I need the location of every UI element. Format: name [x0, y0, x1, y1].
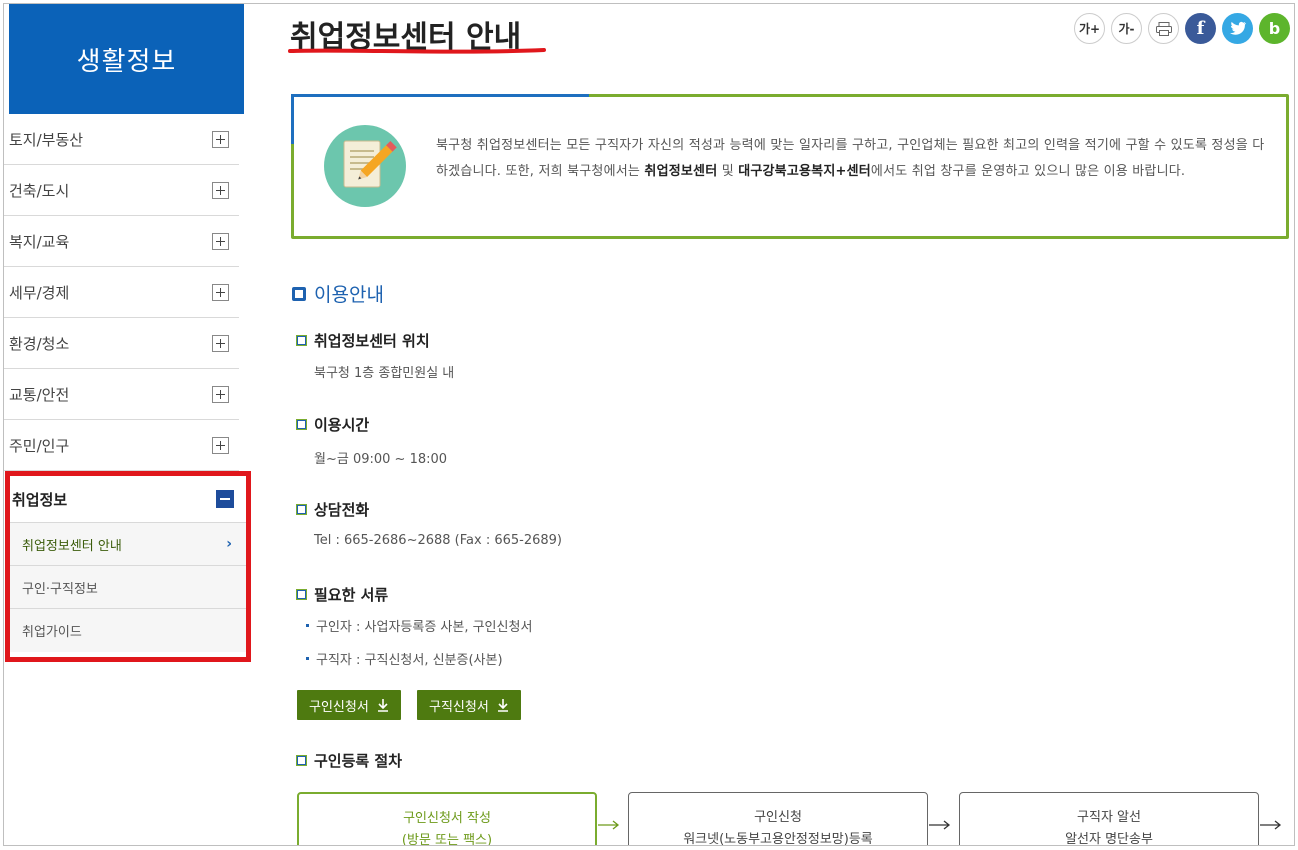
sidebar-item-traffic[interactable]: 교통/안전	[4, 369, 239, 420]
hours-text: 월~금 09:00 ~ 18:00	[314, 452, 448, 467]
plus-icon[interactable]	[212, 385, 229, 403]
sidebar-item-label: 세무/경제	[9, 283, 70, 302]
font-decrease-button[interactable]: 가-	[1111, 13, 1142, 44]
arrow-right-icon	[929, 820, 951, 830]
square-bullet-icon	[296, 335, 307, 346]
facebook-icon[interactable]: f	[1185, 13, 1216, 44]
square-bullet-icon	[296, 589, 307, 600]
font-increase-button[interactable]: 가+	[1074, 13, 1105, 44]
sidebar-item-label: 교통/안전	[9, 385, 70, 404]
sidebar-subitem-center-guide[interactable]: 취업정보센터 안내 ›	[10, 523, 246, 566]
page-frame: 생활정보 토지/부동산 건축/도시 복지/교육 세무/경제 환경/청소 교통/안…	[3, 3, 1295, 846]
title-underline	[288, 48, 546, 54]
square-bullet-icon	[296, 504, 307, 515]
sidebar-item-land[interactable]: 토지/부동산	[4, 114, 239, 165]
sidebar-title: 생활정보	[9, 4, 244, 114]
square-bullet-icon	[296, 755, 307, 766]
sidebar-group-employment: 취업정보 취업정보센터 안내 › 구인·구직정보 취업가이드	[5, 471, 251, 662]
sidebar-item-label: 환경/청소	[9, 334, 70, 353]
sidebar-item-residents[interactable]: 주민/인구	[4, 420, 239, 471]
plus-icon[interactable]	[212, 181, 229, 199]
documents-title: 필요한 서류	[296, 584, 388, 605]
employer-form-download-button[interactable]: 구인신청서	[297, 690, 401, 720]
seeker-form-download-button[interactable]: 구직신청서	[417, 690, 521, 720]
notepad-pencil-icon	[324, 125, 406, 207]
sidebar-item-building[interactable]: 건축/도시	[4, 165, 239, 216]
sidebar-menu: 토지/부동산 건축/도시 복지/교육 세무/경제 환경/청소 교통/안전 주민/…	[4, 114, 244, 471]
page-tools: 가+ 가- f b	[1074, 13, 1290, 44]
minus-icon[interactable]	[216, 490, 234, 508]
phone-title: 상담전화	[296, 499, 369, 520]
list-item: 구직자 : 구직신청서, 신분증(사본)	[306, 649, 503, 668]
intro-box: 북구청 취업정보센터는 모든 구직자가 자신의 적성과 능력에 맞는 일자리를 …	[291, 94, 1289, 239]
sidebar-item-employment[interactable]: 취업정보	[10, 476, 246, 523]
procedure-step: 구인신청 워크넷(노동부고용안정정보망)등록	[628, 792, 928, 845]
hours-title: 이용시간	[296, 414, 369, 435]
download-icon	[497, 699, 508, 712]
list-item: 구인자 : 사업자등록증 사본, 구인신청서	[306, 616, 532, 635]
sidebar-item-label: 토지/부동산	[9, 130, 84, 149]
blog-icon[interactable]: b	[1259, 13, 1290, 44]
square-bullet-icon	[292, 286, 306, 301]
twitter-icon[interactable]	[1222, 13, 1253, 44]
section-title: 이용안내	[292, 280, 384, 307]
procedure-title: 구인등록 절차	[296, 750, 402, 771]
plus-icon[interactable]	[212, 334, 229, 352]
sidebar-item-welfare[interactable]: 복지/교육	[4, 216, 239, 267]
location-title: 취업정보센터 위치	[296, 330, 430, 351]
intro-text: 북구청 취업정보센터는 모든 구직자가 자신의 적성과 능력에 맞는 일자리를 …	[436, 138, 1265, 179]
sidebar-subitem-job-guide[interactable]: 취업가이드	[10, 609, 246, 652]
plus-icon[interactable]	[212, 130, 229, 148]
square-bullet-icon	[296, 419, 307, 430]
sidebar-item-label: 취업정보	[12, 490, 68, 509]
procedure-step: 구직자 알선 알선자 명단송부	[959, 792, 1259, 845]
phone-text: Tel : 665-2686~2688 (Fax : 665-2689)	[314, 533, 563, 548]
sidebar-subitem-label: 구인·구직정보	[22, 581, 98, 597]
download-icon	[377, 699, 388, 712]
print-icon[interactable]	[1148, 13, 1179, 44]
plus-icon[interactable]	[212, 436, 229, 454]
plus-icon[interactable]	[212, 232, 229, 250]
arrow-right-icon	[1260, 820, 1282, 830]
sidebar-subitem-job-info[interactable]: 구인·구직정보	[10, 566, 246, 609]
sidebar-item-environment[interactable]: 환경/청소	[4, 318, 239, 369]
sidebar-subitem-label: 취업가이드	[22, 625, 82, 640]
sidebar-item-label: 주민/인구	[9, 436, 70, 455]
sidebar-item-tax[interactable]: 세무/경제	[4, 267, 239, 318]
sidebar-item-label: 복지/교육	[9, 232, 70, 251]
sidebar-item-label: 건축/도시	[9, 181, 70, 200]
arrow-right-icon	[598, 820, 620, 830]
plus-icon[interactable]	[212, 283, 229, 301]
chevron-right-icon: ›	[226, 536, 232, 552]
location-text: 북구청 1층 종합민원실 내	[314, 366, 455, 381]
sidebar-subitem-label: 취업정보센터 안내	[22, 538, 122, 554]
procedure-step: 구인신청서 작성 (방문 또는 팩스)	[297, 792, 597, 845]
sidebar: 생활정보 토지/부동산 건축/도시 복지/교육 세무/경제 환경/청소 교통/안…	[4, 4, 251, 845]
